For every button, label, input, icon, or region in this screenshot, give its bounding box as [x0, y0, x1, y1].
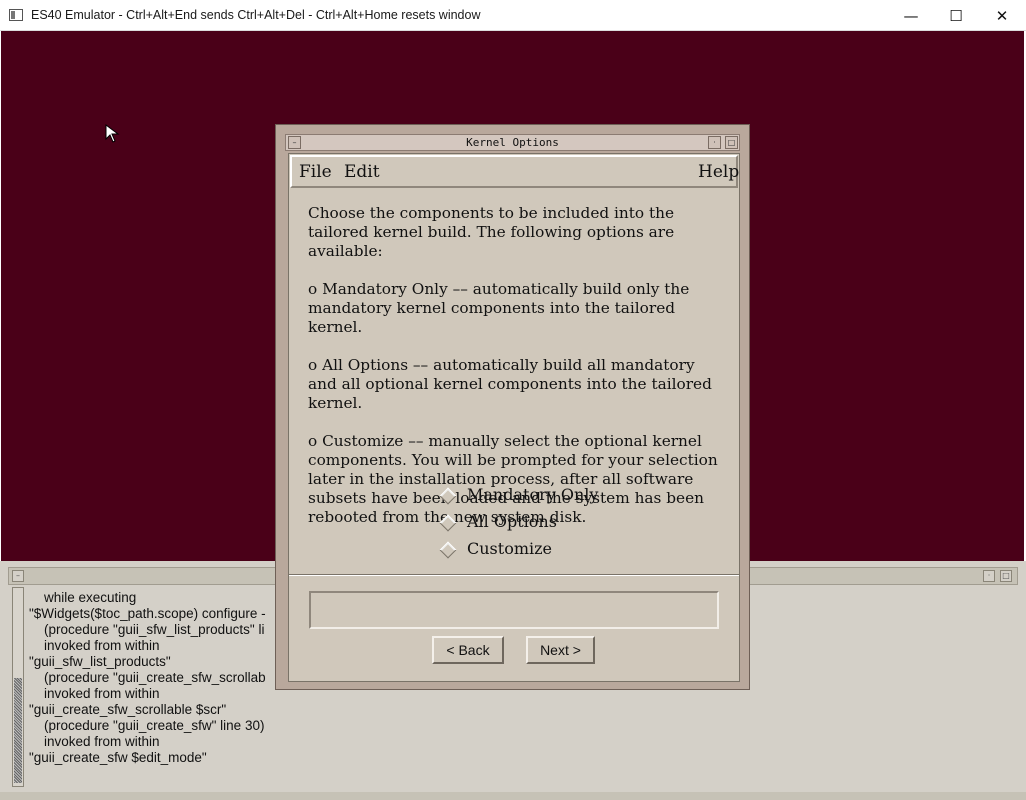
menu-file[interactable]: File	[299, 162, 332, 182]
maximize-button[interactable]: ☐	[933, 0, 979, 31]
dialog-title: Kernel Options	[466, 136, 559, 149]
close-button[interactable]: ✕	[979, 0, 1025, 31]
dialog-maximize-button[interactable]: □	[725, 136, 738, 149]
dialog-separator	[289, 574, 739, 576]
dialog-titlebar[interactable]: – Kernel Options · □	[285, 134, 740, 151]
all-options-description: o All Options –– automatically build all…	[308, 356, 712, 412]
window-title: ES40 Emulator - Ctrl+Alt+End sends Ctrl+…	[31, 8, 481, 22]
minimize-button[interactable]: —	[888, 0, 934, 31]
console-line: invoked from within	[29, 734, 160, 749]
dialog-minimize-button[interactable]: ·	[708, 136, 721, 149]
radio-label[interactable]: Customize	[467, 539, 552, 558]
console-line: "guii_create_sfw $edit_mode"	[29, 750, 207, 765]
dialog-body: File Edit Help Choose the components to …	[288, 153, 740, 682]
app-icon	[9, 9, 23, 21]
radio-label[interactable]: Mandatory Only	[467, 485, 598, 504]
intro-paragraph: Choose the components to be included int…	[308, 204, 675, 260]
console-minimize-button[interactable]: ·	[983, 570, 995, 582]
radio-label[interactable]: All Options	[467, 512, 557, 531]
console-maximize-button[interactable]: □	[1000, 570, 1012, 582]
console-line: "guii_create_sfw_scrollable $scr"	[29, 702, 227, 717]
mandatory-description: o Mandatory Only –– automatically build …	[308, 280, 690, 336]
console-scroll-thumb[interactable]	[14, 678, 22, 783]
status-field	[309, 591, 719, 629]
console-bottom-edge	[0, 792, 1026, 800]
console-scrollbar[interactable]	[12, 587, 24, 787]
mouse-cursor-icon	[105, 124, 120, 143]
back-button[interactable]: < Back	[432, 636, 504, 664]
menu-help[interactable]: Help	[698, 162, 739, 182]
next-button[interactable]: Next >	[526, 636, 595, 664]
kernel-options-dialog: – Kernel Options · □ File Edit Help Choo…	[275, 124, 750, 690]
dialog-menubar: File Edit Help	[290, 155, 739, 188]
console-menu-button[interactable]: –	[12, 570, 24, 582]
menu-edit[interactable]: Edit	[344, 162, 380, 182]
console-line: (procedure "guii_create_sfw" line 30)	[29, 718, 265, 733]
window-titlebar[interactable]: ES40 Emulator - Ctrl+Alt+End sends Ctrl+…	[0, 0, 1026, 31]
